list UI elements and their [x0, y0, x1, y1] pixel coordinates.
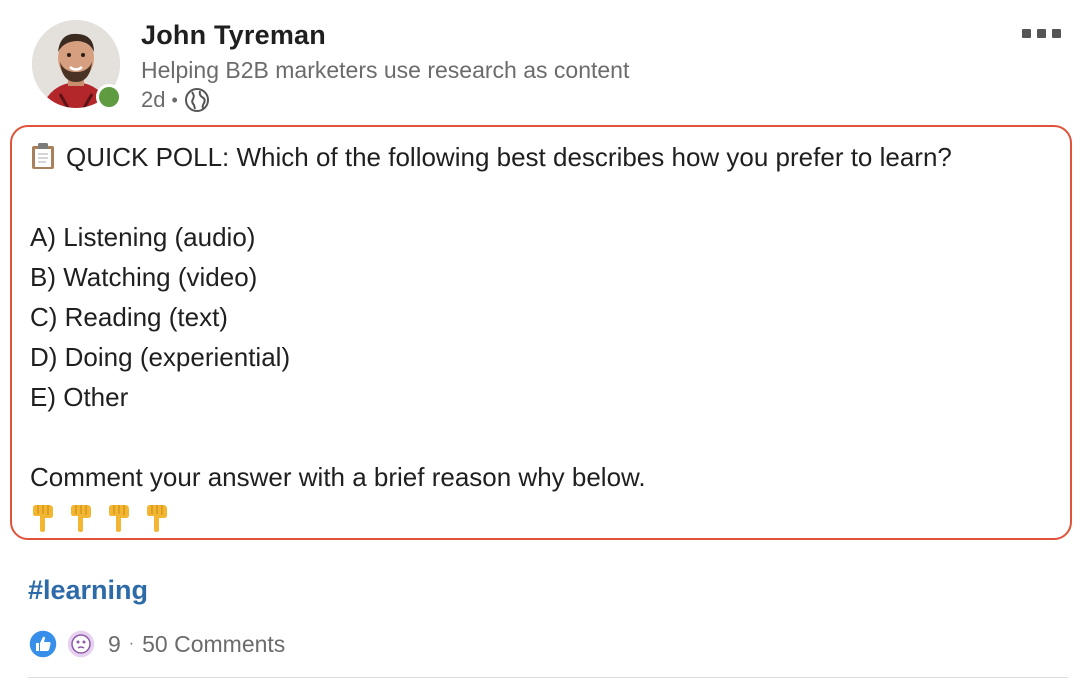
- author-name[interactable]: John Tyreman: [141, 20, 326, 51]
- post-line: QUICK POLL: Which of the following best …: [30, 137, 1070, 177]
- poll-option-c: C) Reading (text): [30, 302, 228, 332]
- pointing-down-icon: [147, 505, 167, 532]
- clipboard-icon: [32, 143, 54, 169]
- poll-question: QUICK POLL: Which of the following best …: [66, 142, 952, 172]
- post-line-blank: [30, 417, 1070, 457]
- social-counts: 9 · 50 Comments: [28, 629, 285, 659]
- more-options-button[interactable]: [1022, 24, 1066, 42]
- post-text: QUICK POLL: Which of the following best …: [10, 125, 1072, 540]
- poll-option-b: B) Watching (video): [30, 262, 258, 292]
- post-time: 2d: [141, 87, 166, 112]
- hashtag-link[interactable]: #learning: [28, 575, 148, 606]
- like-icon[interactable]: [28, 629, 58, 659]
- count-separator: ·: [128, 635, 135, 652]
- more-options-icon: [1022, 28, 1031, 38]
- post-call-to-action: Comment your answer with a brief reason …: [30, 462, 646, 492]
- post-meta: 2d •: [141, 87, 210, 113]
- pointing-down-icon: [71, 505, 91, 532]
- comments-count-link[interactable]: 50 Comments: [142, 631, 285, 658]
- reaction-count[interactable]: 9: [108, 631, 121, 658]
- emoji-row: [30, 497, 1070, 537]
- globe-icon: [184, 88, 209, 112]
- avatar[interactable]: [32, 20, 124, 112]
- author-headline: Helping B2B marketers use research as co…: [141, 57, 630, 83]
- meta-separator-dot: •: [171, 89, 178, 110]
- divider: [28, 677, 1068, 678]
- post-line-blank: [30, 177, 1070, 217]
- curious-icon[interactable]: [66, 629, 96, 659]
- poll-option-e: E) Other: [30, 382, 129, 412]
- pointing-down-icon: [109, 505, 129, 532]
- poll-option-d: D) Doing (experiential): [30, 342, 291, 372]
- feed-post: John Tyreman Helping B2B marketers use r…: [0, 0, 1086, 680]
- pointing-down-icon: [33, 505, 53, 532]
- poll-option-a: A) Listening (audio): [30, 222, 256, 252]
- online-status-indicator: [96, 84, 122, 110]
